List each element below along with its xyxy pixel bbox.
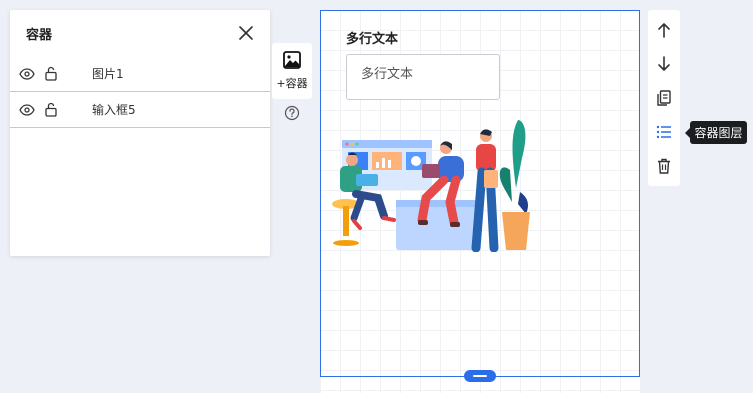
layer-item-name: 输入框5 <box>92 103 136 117</box>
image-icon <box>283 51 301 73</box>
layer-panel: 容器 图片1 输入框5 <box>10 10 270 256</box>
layer-item[interactable]: 输入框5 <box>10 92 270 128</box>
trash-icon[interactable] <box>655 157 673 175</box>
list-icon[interactable] <box>655 123 673 141</box>
eye-icon[interactable] <box>18 101 36 119</box>
layer-panel-title: 容器 <box>26 27 53 43</box>
canvas-resize-handle[interactable] <box>464 370 496 382</box>
arrow-down-icon[interactable] <box>655 55 673 73</box>
unlock-icon[interactable] <box>42 65 60 83</box>
layer-panel-header: 容器 <box>10 10 270 56</box>
arrow-up-icon[interactable] <box>655 21 673 39</box>
unlock-icon[interactable] <box>42 101 60 119</box>
add-container-label: +容器 <box>276 77 308 90</box>
add-container-button[interactable]: +容器 <box>272 43 312 99</box>
tooltip: 容器图层 <box>685 121 747 144</box>
question-circle-icon[interactable] <box>284 105 300 121</box>
layer-item[interactable]: 图片1 <box>10 56 270 92</box>
eye-icon[interactable] <box>18 65 36 83</box>
team-dashboard-illustration <box>332 120 530 252</box>
textarea-label: 多行文本 <box>346 32 399 47</box>
close-icon[interactable] <box>236 23 256 43</box>
layer-item-name: 图片1 <box>92 67 124 81</box>
right-toolbar <box>648 10 680 186</box>
multiline-textarea[interactable]: 多行文本 <box>346 54 500 100</box>
copy-icon[interactable] <box>655 89 673 107</box>
